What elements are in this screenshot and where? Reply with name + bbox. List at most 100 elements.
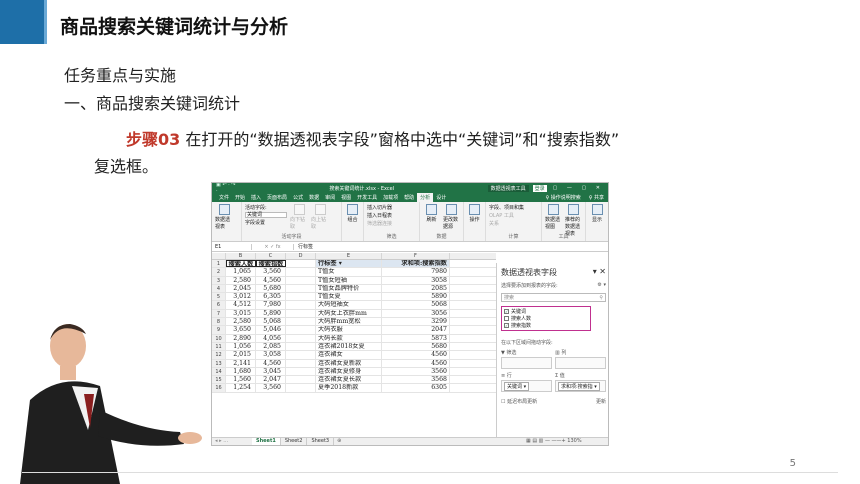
cell[interactable] xyxy=(286,268,316,276)
active-field-input[interactable]: 关键词 xyxy=(245,212,287,218)
cell[interactable]: T恤女品牌特价 xyxy=(316,284,382,293)
window-controls[interactable]: ▢ — ▢ ✕ xyxy=(553,185,604,191)
cell[interactable]: 搜索人数 xyxy=(226,260,256,268)
value-field-pill[interactable]: 求和项:搜索指 ▾ xyxy=(558,382,600,391)
cell[interactable]: 1,065 xyxy=(226,268,256,276)
cell[interactable]: 搜索指数 xyxy=(256,260,286,268)
cell[interactable]: 3,650 xyxy=(226,326,256,334)
cell[interactable]: 3,012 xyxy=(226,293,256,301)
field-item-search-count[interactable]: 搜索人数 xyxy=(504,315,588,322)
cell[interactable]: 2,580 xyxy=(226,276,256,284)
cell[interactable]: 2,580 xyxy=(226,318,256,326)
cell[interactable]: 4,560 xyxy=(256,276,286,284)
row-header[interactable]: 6 xyxy=(212,301,226,309)
cell[interactable]: 大码短袖女 xyxy=(316,301,382,309)
defer-update-checkbox[interactable]: ☐ 延迟布局更新 xyxy=(501,398,537,405)
add-sheet-icon[interactable]: ⊕ xyxy=(334,438,344,445)
cell[interactable]: 行标签 ▾ xyxy=(316,260,382,268)
formula-input[interactable]: 行标签 xyxy=(294,243,313,250)
cell[interactable]: 5,890 xyxy=(256,309,286,318)
cell[interactable]: 2,015 xyxy=(226,351,256,359)
cell[interactable]: 3,560 xyxy=(256,384,286,392)
insert-timeline-button[interactable]: 插入日程表 xyxy=(367,212,392,219)
cell[interactable]: 2,047 xyxy=(256,376,286,384)
cell[interactable] xyxy=(286,293,316,301)
cell[interactable]: 5068 xyxy=(382,301,450,309)
cell[interactable]: 3056 xyxy=(382,309,450,318)
cell[interactable]: 连衣裙女夏修身 xyxy=(316,367,382,376)
update-button[interactable]: 更新 xyxy=(596,398,606,405)
cell[interactable]: 连衣裙女夏长款 xyxy=(316,376,382,384)
ribbon-tab[interactable]: 文件 xyxy=(216,193,232,202)
cell[interactable]: 2,085 xyxy=(256,342,286,351)
cell[interactable]: 3,045 xyxy=(256,367,286,376)
row-field-pill[interactable]: 关键词 ▾ xyxy=(504,382,530,391)
cell[interactable] xyxy=(286,351,316,359)
cell[interactable]: 2,141 xyxy=(226,359,256,367)
cell[interactable]: 2,045 xyxy=(226,284,256,293)
col-header-f[interactable]: F xyxy=(382,253,450,259)
cell[interactable]: 夏季2018新款 xyxy=(316,384,382,392)
cell[interactable]: 5890 xyxy=(382,293,450,301)
cell[interactable]: 4,512 xyxy=(226,301,256,309)
cell[interactable]: 7,980 xyxy=(256,301,286,309)
cell[interactable]: T恤女 xyxy=(316,268,382,276)
cell[interactable]: 4,560 xyxy=(256,359,286,367)
cell[interactable] xyxy=(286,367,316,376)
cell[interactable]: 3568 xyxy=(382,376,450,384)
checkbox[interactable] xyxy=(504,316,509,321)
cell[interactable]: 大码胖mm宽松 xyxy=(316,318,382,326)
cell[interactable]: 连衣裙女夏新款 xyxy=(316,359,382,367)
cell[interactable] xyxy=(286,276,316,284)
formula-icons[interactable]: × ✓ fx xyxy=(252,243,294,250)
row-header[interactable]: 2 xyxy=(212,268,226,276)
cell[interactable]: 5,046 xyxy=(256,326,286,334)
cell[interactable]: 7980 xyxy=(382,268,450,276)
login-button[interactable]: 登录 xyxy=(532,184,547,192)
cell[interactable] xyxy=(286,376,316,384)
ribbon-tab[interactable]: 公式 xyxy=(290,193,306,202)
cell[interactable]: 3560 xyxy=(382,367,450,376)
field-search-input[interactable]: 搜索 ⚲ xyxy=(501,293,606,302)
ribbon-tab[interactable]: 开发工具 xyxy=(354,193,380,202)
cell[interactable]: 5,068 xyxy=(256,318,286,326)
row-header[interactable]: 3 xyxy=(212,276,226,284)
cell[interactable] xyxy=(286,359,316,367)
cell[interactable] xyxy=(286,384,316,392)
cell[interactable]: 2047 xyxy=(382,326,450,334)
cell[interactable]: 5873 xyxy=(382,334,450,342)
cell[interactable]: 2085 xyxy=(382,284,450,293)
cell[interactable]: 5680 xyxy=(382,342,450,351)
row-header[interactable]: 5 xyxy=(212,293,226,301)
cell[interactable]: 4,056 xyxy=(256,334,286,342)
ribbon-tab[interactable]: 视图 xyxy=(338,193,354,202)
filter-drop-zone[interactable] xyxy=(501,357,552,369)
ribbon-tab[interactable]: 加载项 xyxy=(380,193,401,202)
ribbon-tab[interactable]: 插入 xyxy=(248,193,264,202)
ribbon-tab[interactable]: 数据 xyxy=(306,193,322,202)
row-header[interactable]: 1 xyxy=(212,260,226,268)
column-drop-zone[interactable] xyxy=(555,357,606,369)
cell[interactable]: 1,254 xyxy=(226,384,256,392)
cell[interactable]: 4560 xyxy=(382,351,450,359)
cell[interactable]: 1,056 xyxy=(226,342,256,351)
cell[interactable]: 3299 xyxy=(382,318,450,326)
olap-tools-button[interactable]: OLAP 工具 xyxy=(489,212,524,219)
insert-slicer-button[interactable]: 插入切片器 xyxy=(367,204,392,211)
pane-close-button[interactable]: ▾ ✕ xyxy=(593,267,606,278)
fields-items-sets-button[interactable]: 字段、项目和集 xyxy=(489,204,524,211)
cell[interactable]: 连衣裙女 xyxy=(316,351,382,359)
checkbox[interactable]: ✓ xyxy=(504,309,509,314)
cell[interactable]: T恤女夏 xyxy=(316,293,382,301)
actions-button[interactable]: 操作 xyxy=(467,204,482,239)
show-button[interactable]: 显示 xyxy=(589,204,605,239)
sheet-tab[interactable]: Sheet2 xyxy=(281,438,308,445)
cell[interactable]: 6305 xyxy=(382,384,450,392)
tell-me-search[interactable]: ♀ 操作说明搜索 xyxy=(541,193,584,202)
cell[interactable]: 6,305 xyxy=(256,293,286,301)
field-item-keyword[interactable]: ✓ 关键词 xyxy=(504,308,588,315)
cell[interactable] xyxy=(286,309,316,318)
sheet-tab[interactable]: Sheet1 xyxy=(252,438,281,445)
checkbox[interactable]: ✓ xyxy=(504,323,509,328)
gear-icon[interactable]: ⚙ ▾ xyxy=(597,282,606,289)
